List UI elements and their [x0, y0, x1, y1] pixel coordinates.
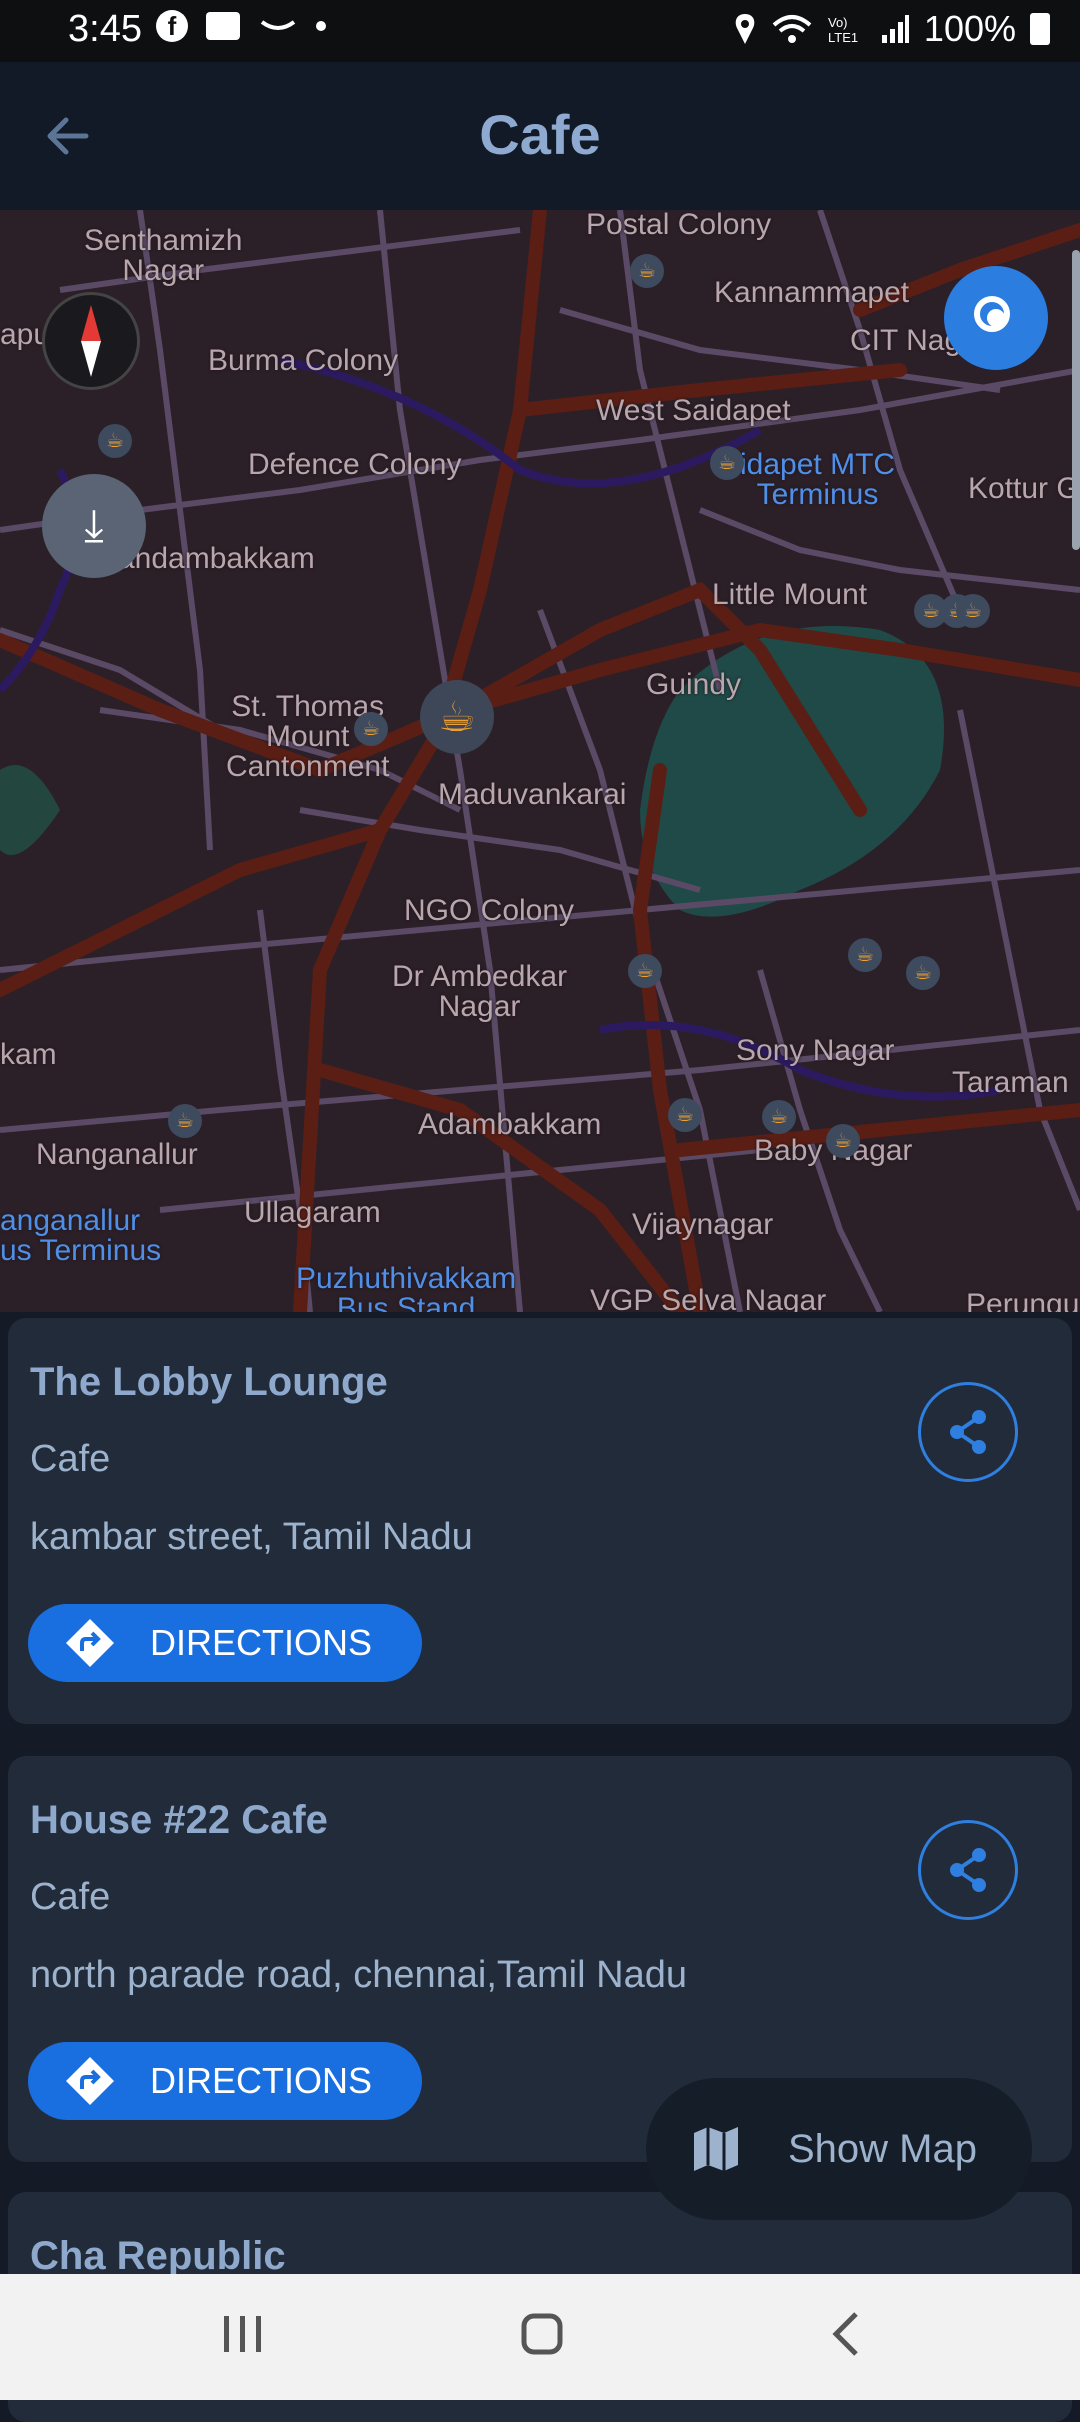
directions-button[interactable]: DIRECTIONS [28, 1604, 422, 1682]
directions-label: DIRECTIONS [150, 2060, 373, 2101]
map-label: Little Mount [712, 578, 868, 611]
recent-apps-icon[interactable] [220, 2310, 266, 2360]
map-label: NGO Colony [404, 894, 575, 927]
share-icon [950, 1848, 986, 1892]
directions-icon [66, 2057, 114, 2105]
place-category: Cafe [30, 1876, 111, 1918]
cafe-pin-icon[interactable]: ☕ [354, 712, 388, 746]
map-label: Ullagaram [244, 1196, 381, 1229]
cafe-pin-icon[interactable]: ☕ [956, 594, 990, 628]
map-scroll-handle[interactable] [1072, 250, 1080, 550]
cafe-pin-icon[interactable]: ☕ [848, 938, 882, 972]
volte-icon: Vo)LTE1 [828, 15, 858, 45]
offline-map-download-icon[interactable]: ⤓ [42, 474, 146, 578]
map-label: Puzhuthivakkam Bus Stand [296, 1262, 517, 1313]
more-notifications-icon [316, 21, 326, 31]
share-button[interactable] [918, 1820, 1018, 1920]
map-label: Kottur G [968, 472, 1080, 505]
map-label: Kannammapet [714, 276, 910, 309]
cafe-pin-icon[interactable]: ☕ [906, 956, 940, 990]
map-label: Vijaynagar [632, 1208, 774, 1241]
map-label: kam [0, 1038, 57, 1071]
place-name: House #22 Cafe [30, 1798, 328, 1842]
svg-text:Vo): Vo) [828, 15, 848, 30]
svg-text:LTE1: LTE1 [828, 30, 858, 45]
cafe-pin-icon[interactable]: ☕ [826, 1124, 860, 1158]
map-icon [694, 2127, 738, 2171]
cafe-pin-icon[interactable]: ☕ [168, 1104, 202, 1138]
show-map-label: Show Map [788, 2126, 977, 2171]
map-label: anganallur us Terminus [0, 1204, 162, 1267]
map-label: West Saidapet [596, 394, 791, 427]
map-label: Taraman [952, 1066, 1069, 1099]
map-view[interactable]: Senthamizh Nagar Postal Colony Kannammap… [0, 210, 1080, 1312]
page-title: Cafe [479, 103, 601, 166]
map-label: Guindy [646, 668, 742, 701]
status-bar: 3:45 f Vo) LTE1 100% [0, 0, 1080, 62]
share-icon [950, 1410, 986, 1454]
notification-icons: f [156, 10, 326, 42]
map-label: Adambakkam [418, 1108, 602, 1141]
share-button[interactable] [918, 1382, 1018, 1482]
place-address: kambar street, Tamil Nadu [30, 1516, 473, 1558]
battery-icon [1030, 13, 1050, 45]
system-icons: Vo) LTE1 100% [732, 8, 1050, 50]
compass-icon[interactable] [42, 292, 140, 390]
map-label: Burma Colony [208, 344, 399, 377]
cafe-pin-icon[interactable]: ☕ [762, 1100, 796, 1134]
place-address: north parade road, chennai,Tamil Nadu [30, 1954, 687, 1996]
cafe-pin-icon[interactable]: ☕ [630, 254, 664, 288]
directions-label: DIRECTIONS [150, 1622, 373, 1663]
map-label: Dr Ambedkar Nagar [392, 960, 568, 1023]
map-label: Postal Colony [586, 210, 772, 241]
app-bar: Cafe [0, 62, 1080, 210]
map-label: idapet MTC Terminus [740, 448, 896, 511]
map-label: VGP Selva Nagar [590, 1284, 827, 1313]
map-label: Sony Nagar [736, 1034, 895, 1067]
facebook-icon: f [156, 10, 188, 42]
my-location-icon[interactable] [944, 266, 1048, 370]
map-label: Senthamizh Nagar [84, 224, 243, 287]
cafe-pin-icon[interactable]: ☕ [710, 446, 744, 480]
map-label: Maduvankarai [438, 778, 627, 811]
directions-button[interactable]: DIRECTIONS [28, 2042, 422, 2120]
signal-icon [881, 15, 909, 43]
status-time: 3:45 [68, 8, 142, 50]
place-name: Cha Republic [30, 2234, 286, 2278]
directions-icon [66, 1619, 114, 1667]
wifi-icon [772, 15, 812, 43]
message-icon [206, 12, 240, 40]
home-icon[interactable] [518, 2310, 568, 2360]
map-label: andambakkam [118, 542, 315, 575]
map-label: Nanganallur [36, 1138, 198, 1171]
battery-percent: 100% [923, 8, 1016, 49]
map-label: CIT Nag [850, 324, 962, 357]
system-nav-bar [0, 2274, 1080, 2400]
place-name: The Lobby Lounge [30, 1360, 388, 1404]
amazon-icon [260, 20, 296, 30]
back-nav-icon[interactable] [826, 2310, 866, 2360]
location-icon [735, 14, 755, 44]
show-map-button[interactable]: Show Map [646, 2078, 1032, 2220]
cafe-pin-icon[interactable]: ☕ [98, 424, 132, 458]
place-category: Cafe [30, 1438, 111, 1480]
map-label: Defence Colony [248, 448, 462, 481]
cafe-pin-icon[interactable]: ☕ [628, 954, 662, 988]
cafe-pin-icon[interactable]: ☕ [668, 1098, 702, 1132]
map-label: Perungu [966, 1288, 1080, 1313]
place-card[interactable]: The Lobby Lounge Cafe kambar street, Tam… [8, 1318, 1072, 1724]
selected-cafe-pin-icon[interactable]: ☕ [420, 680, 494, 754]
compass-needle-icon [81, 305, 101, 377]
